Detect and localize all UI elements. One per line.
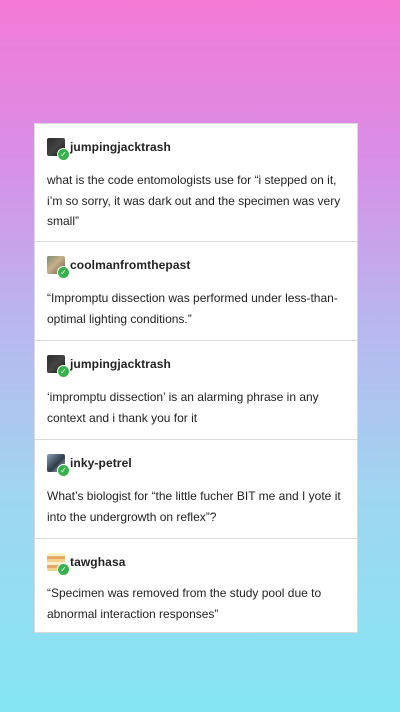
reblog-post: ✓ tawghasa “Specimen was removed from th… xyxy=(35,539,357,632)
username[interactable]: coolmanfromthepast xyxy=(70,258,190,272)
post-header: ✓ jumpingjacktrash xyxy=(47,137,171,161)
username[interactable]: jumpingjacktrash xyxy=(70,140,171,154)
reblog-post: ✓ jumpingjacktrash ‘impromptu dissection… xyxy=(35,341,357,440)
reblog-post: ✓ inky-petrel What’s biologist for “the … xyxy=(35,440,357,539)
post-text: ‘impromptu dissection’ is an alarming ph… xyxy=(47,390,319,425)
avatar[interactable]: ✓ xyxy=(47,553,70,576)
post-header: ✓ tawghasa xyxy=(47,552,126,576)
checkmark-badge-icon: ✓ xyxy=(57,464,70,477)
avatar[interactable]: ✓ xyxy=(47,355,70,378)
post-text: What’s biologist for “the little fucher … xyxy=(47,489,341,524)
username[interactable]: jumpingjacktrash xyxy=(70,357,171,371)
avatar[interactable]: ✓ xyxy=(47,256,70,279)
checkmark-badge-icon: ✓ xyxy=(57,266,70,279)
post-text: “Impromptu dissection was performed unde… xyxy=(47,291,338,326)
checkmark-badge-icon: ✓ xyxy=(57,148,70,161)
username[interactable]: tawghasa xyxy=(70,555,126,569)
post-text: what is the code entomologists use for “… xyxy=(47,173,341,228)
reblog-post: ✓ coolmanfromthepast “Impromptu dissecti… xyxy=(35,242,357,341)
post-header: ✓ jumpingjacktrash xyxy=(47,354,171,378)
avatar[interactable]: ✓ xyxy=(47,454,70,477)
avatar[interactable]: ✓ xyxy=(47,138,70,161)
post-text: “Specimen was removed from the study poo… xyxy=(47,586,322,621)
reblog-chain-card: ✓ jumpingjacktrash what is the code ento… xyxy=(34,123,358,633)
checkmark-badge-icon: ✓ xyxy=(57,365,70,378)
reblog-post: ✓ jumpingjacktrash what is the code ento… xyxy=(35,124,357,242)
username[interactable]: inky-petrel xyxy=(70,456,132,470)
checkmark-badge-icon: ✓ xyxy=(57,563,70,576)
post-header: ✓ coolmanfromthepast xyxy=(47,255,190,279)
post-header: ✓ inky-petrel xyxy=(47,453,132,477)
